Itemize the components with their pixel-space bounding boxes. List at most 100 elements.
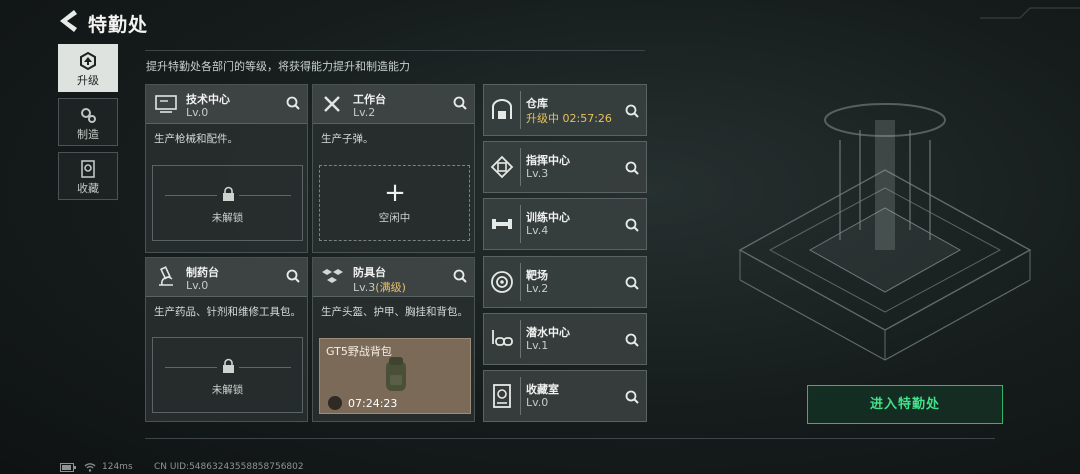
card-tech-center[interactable]: 技术中心 Lv.0 生产枪械和配件。 未解锁 xyxy=(145,84,308,253)
facility-name: 训练中心 xyxy=(526,211,570,224)
facility-name: 潜水中心 xyxy=(526,326,570,339)
card-name: 技术中心 xyxy=(186,93,230,106)
tech-center-icon xyxy=(155,95,177,113)
target-icon xyxy=(491,271,513,293)
nav-collection[interactable]: 收藏 xyxy=(58,152,118,200)
facility-training-center[interactable]: 训练中心 Lv.4 xyxy=(483,198,647,250)
max-level-tag: (满级) xyxy=(375,281,406,294)
card-level: Lv.2 xyxy=(353,106,376,119)
facility-shooting-range[interactable]: 靶场 Lv.2 xyxy=(483,256,647,308)
slot-divider xyxy=(165,195,217,196)
divider xyxy=(520,377,521,415)
card-header: 技术中心 Lv.0 xyxy=(146,85,307,124)
enter-special-ops-button[interactable]: 进入特勤处 xyxy=(807,385,1003,424)
card-workbench[interactable]: 工作台 Lv.2 生产子弹。 + 空闲中 xyxy=(312,84,475,253)
card-description: 生产子弹。 xyxy=(321,133,374,145)
battery-icon xyxy=(60,463,76,472)
upgrade-icon xyxy=(80,52,96,70)
slot-status: 空闲中 xyxy=(378,212,411,224)
level-value: Lv.3 xyxy=(353,281,376,294)
card-name: 防具台 xyxy=(353,266,386,279)
page-subtitle: 提升特勤处各部门的等级，将获得能力提升和制造能力 xyxy=(146,60,410,73)
facility-warehouse[interactable]: 仓库 升级中 02:57:26 xyxy=(483,84,647,136)
facility-level: Lv.4 xyxy=(526,224,549,237)
backpack-image xyxy=(386,357,406,391)
diving-mask-icon xyxy=(492,330,513,346)
facility-upgrade-status: 升级中 02:57:26 xyxy=(526,112,612,125)
facility-level: Lv.3 xyxy=(526,167,549,180)
divider xyxy=(520,320,521,358)
card-name: 制药台 xyxy=(186,266,219,279)
divider xyxy=(520,148,521,186)
lock-icon xyxy=(223,358,234,373)
search-icon[interactable] xyxy=(452,268,468,284)
corner-decoration xyxy=(980,7,1080,19)
idle-slot[interactable]: + 空闲中 xyxy=(319,165,470,241)
card-armor-bench[interactable]: 防具台 Lv.3(满级) 生产头盔、护甲、胸挂和背包。 GT5野战背包 07:2… xyxy=(312,257,475,422)
collection-icon xyxy=(81,160,95,178)
card-pharmacy[interactable]: 制药台 Lv.0 生产药品、针剂和维修工具包。 未解锁 xyxy=(145,257,308,422)
slot-status: 未解锁 xyxy=(211,212,244,224)
dumbbell-icon xyxy=(492,219,512,229)
facility-level: Lv.2 xyxy=(526,282,549,295)
command-chip-icon xyxy=(490,155,514,179)
card-description: 生产枪械和配件。 xyxy=(154,133,238,145)
gears-icon xyxy=(81,108,96,123)
search-icon[interactable] xyxy=(624,332,640,348)
facility-name: 靶场 xyxy=(526,269,548,282)
card-level: Lv.0 xyxy=(186,106,209,119)
card-description: 生产药品、针剂和维修工具包。 xyxy=(154,306,301,318)
facility-name: 仓库 xyxy=(526,97,548,110)
divider xyxy=(145,438,995,439)
locked-slot: 未解锁 xyxy=(152,337,303,413)
slot-divider xyxy=(165,367,217,368)
back-arrow-icon[interactable] xyxy=(58,8,80,34)
cubes-icon xyxy=(322,269,343,283)
plus-icon: + xyxy=(384,178,406,208)
card-description: 生产头盔、护甲、胸挂和背包。 xyxy=(321,306,468,318)
card-header: 防具台 Lv.3(满级) xyxy=(313,258,474,297)
search-icon[interactable] xyxy=(624,389,640,405)
locked-slot: 未解锁 xyxy=(152,165,303,241)
search-icon[interactable] xyxy=(452,95,468,111)
facility-level: Lv.0 xyxy=(526,396,549,409)
card-level: Lv.3(满级) xyxy=(353,279,406,295)
card-header: 工作台 Lv.2 xyxy=(313,85,474,124)
nav-upgrade-label: 升级 xyxy=(77,74,99,87)
wifi-icon xyxy=(84,463,96,472)
search-icon[interactable] xyxy=(624,103,640,119)
search-icon[interactable] xyxy=(624,275,640,291)
search-icon[interactable] xyxy=(624,217,640,233)
collection-room-icon xyxy=(493,384,511,408)
ping-text: 124ms xyxy=(102,462,133,472)
divider xyxy=(520,91,521,129)
crafting-item[interactable]: GT5野战背包 07:24:23 xyxy=(319,338,471,414)
craft-timer: 07:24:23 xyxy=(348,397,398,410)
card-name: 工作台 xyxy=(353,93,386,106)
divider xyxy=(520,205,521,243)
page-title: 特勤处 xyxy=(88,14,149,36)
nav-craft[interactable]: 制造 xyxy=(58,98,118,146)
warehouse-icon xyxy=(492,99,512,119)
search-icon[interactable] xyxy=(624,160,640,176)
slot-status: 未解锁 xyxy=(211,384,244,396)
search-icon[interactable] xyxy=(285,95,301,111)
facility-command-center[interactable]: 指挥中心 Lv.3 xyxy=(483,141,647,193)
nav-upgrade[interactable]: 升级 xyxy=(58,44,118,92)
facility-name: 指挥中心 xyxy=(526,154,570,167)
base-wireframe-illustration xyxy=(738,103,1032,361)
divider xyxy=(145,50,645,51)
slot-divider xyxy=(239,367,291,368)
uid-text: CN UID:5486324355885875680​2 xyxy=(154,462,304,472)
facility-collection-room[interactable]: 收藏室 Lv.0 xyxy=(483,370,647,422)
divider xyxy=(520,263,521,301)
card-level: Lv.0 xyxy=(186,279,209,292)
microscope-icon xyxy=(159,266,173,286)
search-icon[interactable] xyxy=(285,268,301,284)
nav-collection-label: 收藏 xyxy=(77,182,99,195)
card-header: 制药台 Lv.0 xyxy=(146,258,307,297)
facility-diving-center[interactable]: 潜水中心 Lv.1 xyxy=(483,313,647,365)
timer-icon xyxy=(328,396,342,410)
tools-icon xyxy=(324,96,340,112)
slot-divider xyxy=(239,195,291,196)
